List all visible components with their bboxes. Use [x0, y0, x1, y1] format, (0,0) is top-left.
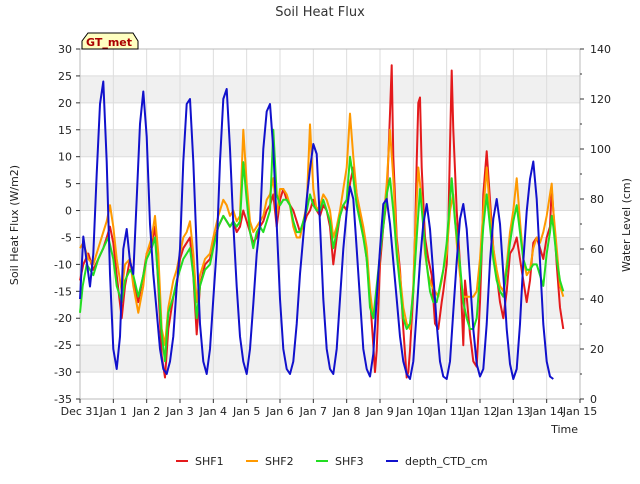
y-tick-label: 30: [58, 43, 72, 56]
y-tick-label: 10: [58, 151, 72, 164]
legend-item-depth-ctd-cm: depth_CTD_cm: [386, 455, 488, 468]
chart-container: Soil Heat Flux -35 -30 -25 -20 -15 -10 -5 0 5 10 1…: [0, 0, 640, 480]
x-tick-label: Dec 31: [61, 405, 100, 418]
y-tick-label: 5: [65, 178, 72, 191]
y2-tick-label: 40: [590, 293, 604, 306]
legend-item-shf2: SHF2: [246, 455, 294, 468]
y2-tick-label: 100: [590, 143, 611, 156]
series-lines: [79, 64, 565, 380]
legend-label: SHF3: [335, 455, 364, 468]
x-tick-label: Jan 9: [365, 405, 393, 418]
x-tick-label: Jan 6: [265, 405, 293, 418]
y2-tick-label: 60: [590, 243, 604, 256]
y-axis-title: Soil Heat Flux (W/m2): [8, 165, 21, 285]
y2-tick-label: 20: [590, 343, 604, 356]
x-tick-label: Jan 11: [428, 405, 463, 418]
x-tick-label: Jan 2: [132, 405, 160, 418]
legend-item-shf1: SHF1: [176, 455, 224, 468]
y-tick-label: -30: [54, 366, 72, 379]
y-tick-label: -20: [54, 312, 72, 325]
y2-tick-label: 120: [590, 93, 611, 106]
grid-band: [80, 75, 580, 103]
y-tick-label: -25: [54, 339, 72, 352]
y-tick-label: 25: [58, 70, 72, 83]
y-tick-label: 15: [58, 124, 72, 137]
x-tick-label: Jan 1: [99, 405, 127, 418]
x-tick-label: Jan 4: [199, 405, 227, 418]
x-axis-title: Time: [550, 423, 578, 436]
chart-title: Soil Heat Flux: [275, 5, 365, 20]
y-axis-ticks: -35-30-25-20-15-10-5051015202530: [54, 43, 80, 406]
legend-label: SHF2: [265, 455, 294, 468]
x-tick-label: Jan 3: [165, 405, 193, 418]
legend-label: SHF1: [195, 455, 224, 468]
legend-label: depth_CTD_cm: [405, 455, 488, 468]
y2-axis-title: Water Level (cm): [620, 178, 633, 272]
y-tick-label: -10: [54, 258, 72, 271]
grid-band: [80, 129, 580, 157]
site-badge-label: GT_met: [86, 36, 132, 49]
chart-svg: Soil Heat Flux -35-30-25-20-15-10-505101…: [8, 5, 633, 468]
y2-axis-ticks: 020406080100120140: [580, 43, 611, 406]
x-tick-label: Jan 5: [232, 405, 260, 418]
legend: SHF1 SHF2 SHF3 depth_CTD_cm: [176, 455, 488, 468]
y-tick-label: 0: [65, 205, 72, 218]
grid-band: [80, 183, 580, 211]
x-tick-label: Jan 7: [299, 405, 327, 418]
x-axis-ticks: Dec 31 Jan 1 Jan 2 Jan 3 Jan 4 Jan 5 Jan 6 Jan …: [61, 399, 597, 418]
y-tick-label: -5: [61, 231, 72, 244]
x-tick-label: Jan 13: [495, 405, 530, 418]
x-tick-label: Jan 12: [462, 405, 497, 418]
y-tick-label: 20: [58, 97, 72, 110]
site-badge: GT_met: [81, 32, 139, 50]
y2-tick-label: 80: [590, 193, 604, 206]
x-tick-label: Jan 14: [528, 405, 563, 418]
y2-tick-label: 140: [590, 43, 611, 56]
x-tick-label: Jan 10: [395, 405, 430, 418]
legend-item-shf3: SHF3: [316, 455, 364, 468]
x-tick-label: Jan 15: [562, 405, 597, 418]
y-tick-label: -15: [54, 285, 72, 298]
x-tick-label: Jan 8: [332, 405, 360, 418]
